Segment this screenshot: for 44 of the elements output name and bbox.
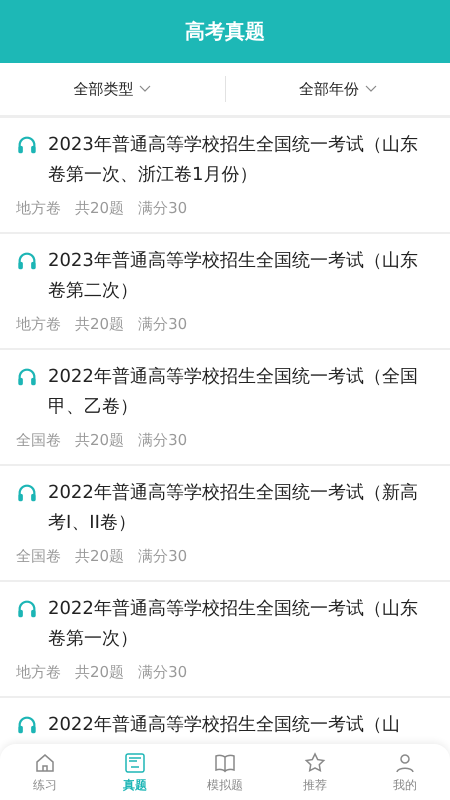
full-score: 满分30 [138,314,188,334]
page-title: 高考真题 [185,18,265,45]
tab-item[interactable]: 我的 [360,744,450,800]
full-score: 满分30 [138,198,188,218]
headphones-icon [16,134,38,156]
paper-title: 2023年普通高等学校招生全国统一考试（山东卷第二次） [48,249,419,303]
paper-item[interactable]: 2022年普通高等学校招生全国统一考试（山东卷第一次） 地方卷 共20题 满分30 [0,582,450,698]
full-score: 满分30 [138,662,188,682]
headphones-icon [16,598,38,620]
paper-title: 2023年普通高等学校招生全国统一考试（山东卷第一次、浙江卷1月份） [48,133,419,187]
filter-dropdown[interactable]: 全部类型 [0,63,224,115]
chevron-down-icon [364,85,377,93]
paper-type: 地方卷 [16,662,61,682]
paper-item[interactable]: 2023年普通高等学校招生全国统一考试（山东卷第二次） 地方卷 共20题 满分30 [0,234,450,350]
question-count: 共20题 [75,662,124,682]
tab-item[interactable]: 推荐 [270,744,360,800]
paper-item[interactable]: 2022年普通高等学校招生全国统一考试（新高考I、II卷） 全国卷 共20题 满分30 [0,466,450,582]
headphones-icon [16,366,38,388]
paper-type: 全国卷 [16,430,61,450]
paper-item[interactable]: 2022年普通高等学校招生全国统一考试（山 [0,698,450,740]
tab-item[interactable]: 练习 [0,744,90,800]
paper-title: 2022年普通高等学校招生全国统一考试（新高考I、II卷） [48,481,419,535]
tab-item[interactable]: 模拟题 [180,744,270,800]
star-icon [303,750,327,774]
headphones-icon [16,250,38,272]
paper-type: 地方卷 [16,314,61,334]
paper-type: 全国卷 [16,546,61,566]
chevron-down-icon [139,85,152,93]
exam-paper-icon [123,750,147,774]
full-score: 满分30 [138,430,188,450]
question-count: 共20题 [75,314,124,334]
paper-type: 地方卷 [16,198,61,218]
full-score: 满分30 [138,546,188,566]
paper-title: 2022年普通高等学校招生全国统一考试（山 [48,713,401,737]
headphones-icon [16,714,38,736]
paper-title: 2022年普通高等学校招生全国统一考试（山东卷第一次） [48,597,419,651]
paper-item[interactable]: 2022年普通高等学校招生全国统一考试（全国甲、乙卷） 全国卷 共20题 满分30 [0,350,450,466]
paper-item[interactable]: 2023年普通高等学校招生全国统一考试（山东卷第一次、浙江卷1月份） 地方卷 共20题 满分30 [0,118,450,234]
headphones-icon [16,482,38,504]
question-count: 共20题 [75,546,124,566]
filter-dropdown[interactable]: 全部年份 [226,63,450,115]
question-count: 共20题 [75,430,124,450]
paper-title: 2022年普通高等学校招生全国统一考试（全国甲、乙卷） [48,365,419,419]
question-count: 共20题 [75,198,124,218]
